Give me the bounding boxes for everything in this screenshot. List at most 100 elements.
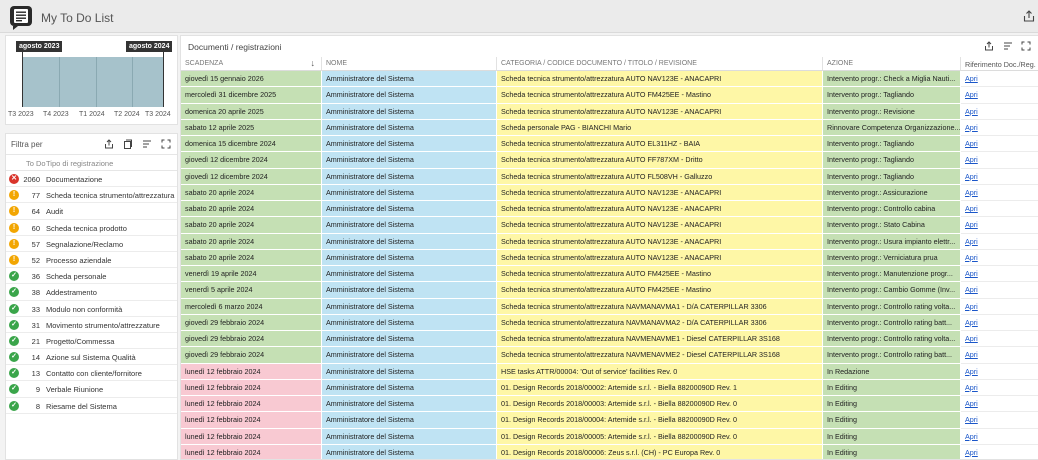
filter-icon[interactable] (1003, 41, 1013, 51)
filter-icon[interactable] (142, 139, 152, 149)
filter-item[interactable]: ✓ 14 Azione sul Sistema Qualità (6, 349, 177, 366)
filter-item[interactable]: ! 52 Processo aziendale (6, 252, 177, 269)
table-row[interactable]: giovedì 15 gennaio 2026 Amministratore de… (181, 71, 1038, 88)
open-link[interactable]: Apri (961, 379, 1038, 396)
filter-item[interactable]: ! 60 Scheda tecnica prodotto (6, 220, 177, 236)
open-link[interactable]: Apri (961, 71, 1038, 88)
table-row[interactable]: lunedì 12 febbraio 2024 Amministratore de… (181, 363, 1038, 380)
open-link[interactable]: Apri (961, 428, 1038, 445)
filter-item[interactable]: ! 64 Audit (6, 203, 177, 220)
table-row[interactable]: sabato 12 aprile 2025 Amministratore del … (181, 119, 1038, 136)
open-link[interactable]: Apri (961, 184, 1038, 201)
cell-action: Intervento progr.: Manutenzione progr... (823, 266, 961, 283)
timeline-end-handle[interactable] (163, 52, 164, 107)
filter-item[interactable]: ✓ 8 Riesame del Sistema (6, 398, 177, 414)
table-row[interactable]: giovedì 29 febbraio 2024 Amministratore d… (181, 347, 1038, 364)
cell-category: Scheda tecnica strumento/attrezzatura AU… (497, 233, 823, 250)
table-row[interactable]: domenica 20 aprile 2025 Amministratore de… (181, 103, 1038, 120)
filter-item[interactable]: ✓ 21 Progetto/Commessa (6, 333, 177, 350)
open-link[interactable]: Apri (961, 168, 1038, 185)
open-link[interactable]: Apri (961, 314, 1038, 331)
share-icon[interactable] (104, 139, 114, 149)
table-row[interactable]: domenica 15 dicembre 2024 Amministratore … (181, 136, 1038, 153)
cell-due: giovedì 15 gennaio 2026 (181, 71, 322, 88)
timeline-start-handle[interactable] (22, 52, 23, 107)
expand-icon[interactable] (1021, 41, 1031, 51)
filter-list: ✕ 2060 Documentazione! 77 Scheda tecnica str… (6, 171, 177, 414)
filter-item[interactable]: ✓ 38 Addestramento (6, 284, 177, 301)
filter-item[interactable]: ✓ 13 Contatto con cliente/fornitore (6, 365, 177, 382)
filter-item[interactable]: ✓ 9 Verbale Riunione (6, 381, 177, 398)
timeline-range-bar[interactable] (22, 57, 163, 107)
table-row[interactable]: giovedì 12 dicembre 2024 Amministratore d… (181, 168, 1038, 185)
column-header-category[interactable]: CATEGORIA / CODICE DOCUMENTO / TITOLO / … (497, 57, 823, 71)
open-link[interactable]: Apri (961, 396, 1038, 413)
open-link[interactable]: Apri (961, 412, 1038, 429)
open-link[interactable]: Apri (961, 347, 1038, 364)
expand-icon[interactable] (161, 139, 171, 149)
column-header-reference[interactable]: Riferimento Doc./Reg. (961, 57, 1038, 71)
table-row[interactable]: giovedì 29 febbraio 2024 Amministratore d… (181, 314, 1038, 331)
open-link[interactable]: Apri (961, 119, 1038, 136)
table-row[interactable]: lunedì 12 febbraio 2024 Amministratore de… (181, 396, 1038, 413)
open-link[interactable]: Apri (961, 87, 1038, 104)
open-link[interactable]: Apri (961, 233, 1038, 250)
table-row[interactable]: giovedì 29 febbraio 2024 Amministratore d… (181, 331, 1038, 348)
table-row[interactable]: lunedì 12 febbraio 2024 Amministratore de… (181, 428, 1038, 445)
cell-action: In Editing (823, 412, 961, 429)
cell-category: Scheda tecnica strumento/attrezzatura AU… (497, 217, 823, 234)
filter-item[interactable]: ✓ 31 Movimento strumento/attrezzature (6, 317, 177, 333)
cell-action: Intervento progr.: Usura impianto elettr… (823, 233, 961, 250)
filter-item-count: 31 (31, 320, 40, 330)
cell-action: Intervento progr.: Assicurazione (823, 184, 961, 201)
table-row[interactable]: sabato 20 aprile 2024 Amministratore del … (181, 233, 1038, 250)
table-row[interactable]: venerdì 5 aprile 2024 Amministratore del … (181, 282, 1038, 299)
filter-item-label: Documentazione (46, 175, 103, 184)
open-link[interactable]: Apri (961, 266, 1038, 283)
filter-item-label: Processo aziendale (46, 255, 112, 265)
table-row[interactable]: lunedì 12 febbraio 2024 Amministratore de… (181, 379, 1038, 396)
column-header-action[interactable]: AZIONE (823, 57, 961, 71)
table-row[interactable]: sabato 20 aprile 2024 Amministratore del … (181, 184, 1038, 201)
filter-item-label: Scheda tecnica prodotto (46, 223, 127, 233)
open-link[interactable]: Apri (961, 444, 1038, 459)
table-row[interactable]: mercoledì 6 marzo 2024 Amministratore del… (181, 298, 1038, 315)
filter-item[interactable]: ✕ 2060 Documentazione (6, 171, 177, 188)
timeline-slicer[interactable]: agosto 2023 agosto 2024 T3 2023 T4 2023 … (5, 35, 178, 125)
open-link[interactable]: Apri (961, 331, 1038, 348)
table-row[interactable]: venerdì 19 aprile 2024 Amministratore del… (181, 266, 1038, 283)
filter-item[interactable]: ✓ 33 Modulo non conformità (6, 301, 177, 317)
open-link[interactable]: Apri (961, 103, 1038, 120)
table-row[interactable]: sabato 20 aprile 2024 Amministratore del … (181, 201, 1038, 218)
open-link[interactable]: Apri (961, 152, 1038, 169)
column-header-todo[interactable]: To Do (26, 159, 46, 168)
open-link[interactable]: Apri (961, 282, 1038, 299)
open-link[interactable]: Apri (961, 136, 1038, 153)
column-header-due[interactable]: SCADENZA ↓ (181, 57, 322, 71)
open-link[interactable]: Apri (961, 201, 1038, 218)
share-icon[interactable] (984, 41, 994, 51)
copy-icon[interactable] (123, 139, 133, 149)
open-link[interactable]: Apri (961, 298, 1038, 315)
cell-action: Intervento progr.: Tagliando (823, 87, 961, 104)
open-link[interactable]: Apri (961, 363, 1038, 380)
table-row[interactable]: lunedì 12 febbraio 2024 Amministratore de… (181, 444, 1038, 459)
sort-arrow-icon[interactable]: ↓ (311, 58, 316, 68)
filter-item-count: 13 (31, 369, 40, 379)
filter-item[interactable]: ✓ 36 Scheda personale (6, 268, 177, 285)
cell-due: mercoledì 6 marzo 2024 (181, 298, 322, 315)
table-row[interactable]: lunedì 12 febbraio 2024 Amministratore de… (181, 412, 1038, 429)
app-title: My To Do List (41, 11, 114, 25)
open-link[interactable]: Apri (961, 249, 1038, 266)
table-row[interactable]: mercoledì 31 dicembre 2025 Amministratore… (181, 87, 1038, 104)
table-row[interactable]: sabato 20 aprile 2024 Amministratore del … (181, 217, 1038, 234)
filter-item[interactable]: ! 57 Segnalazione/Reclamo (6, 236, 177, 252)
open-link[interactable]: Apri (961, 217, 1038, 234)
table-row[interactable]: sabato 20 aprile 2024 Amministratore del … (181, 249, 1038, 266)
filter-item-count: 60 (31, 223, 40, 233)
share-icon[interactable] (1023, 10, 1035, 22)
filter-item[interactable]: ! 77 Scheda tecnica strumento/attrezzatura (6, 187, 177, 204)
column-header-type[interactable]: Tipo di registrazione (46, 159, 113, 168)
table-row[interactable]: giovedì 12 dicembre 2024 Amministratore d… (181, 152, 1038, 169)
column-header-name[interactable]: NOME (322, 57, 497, 71)
